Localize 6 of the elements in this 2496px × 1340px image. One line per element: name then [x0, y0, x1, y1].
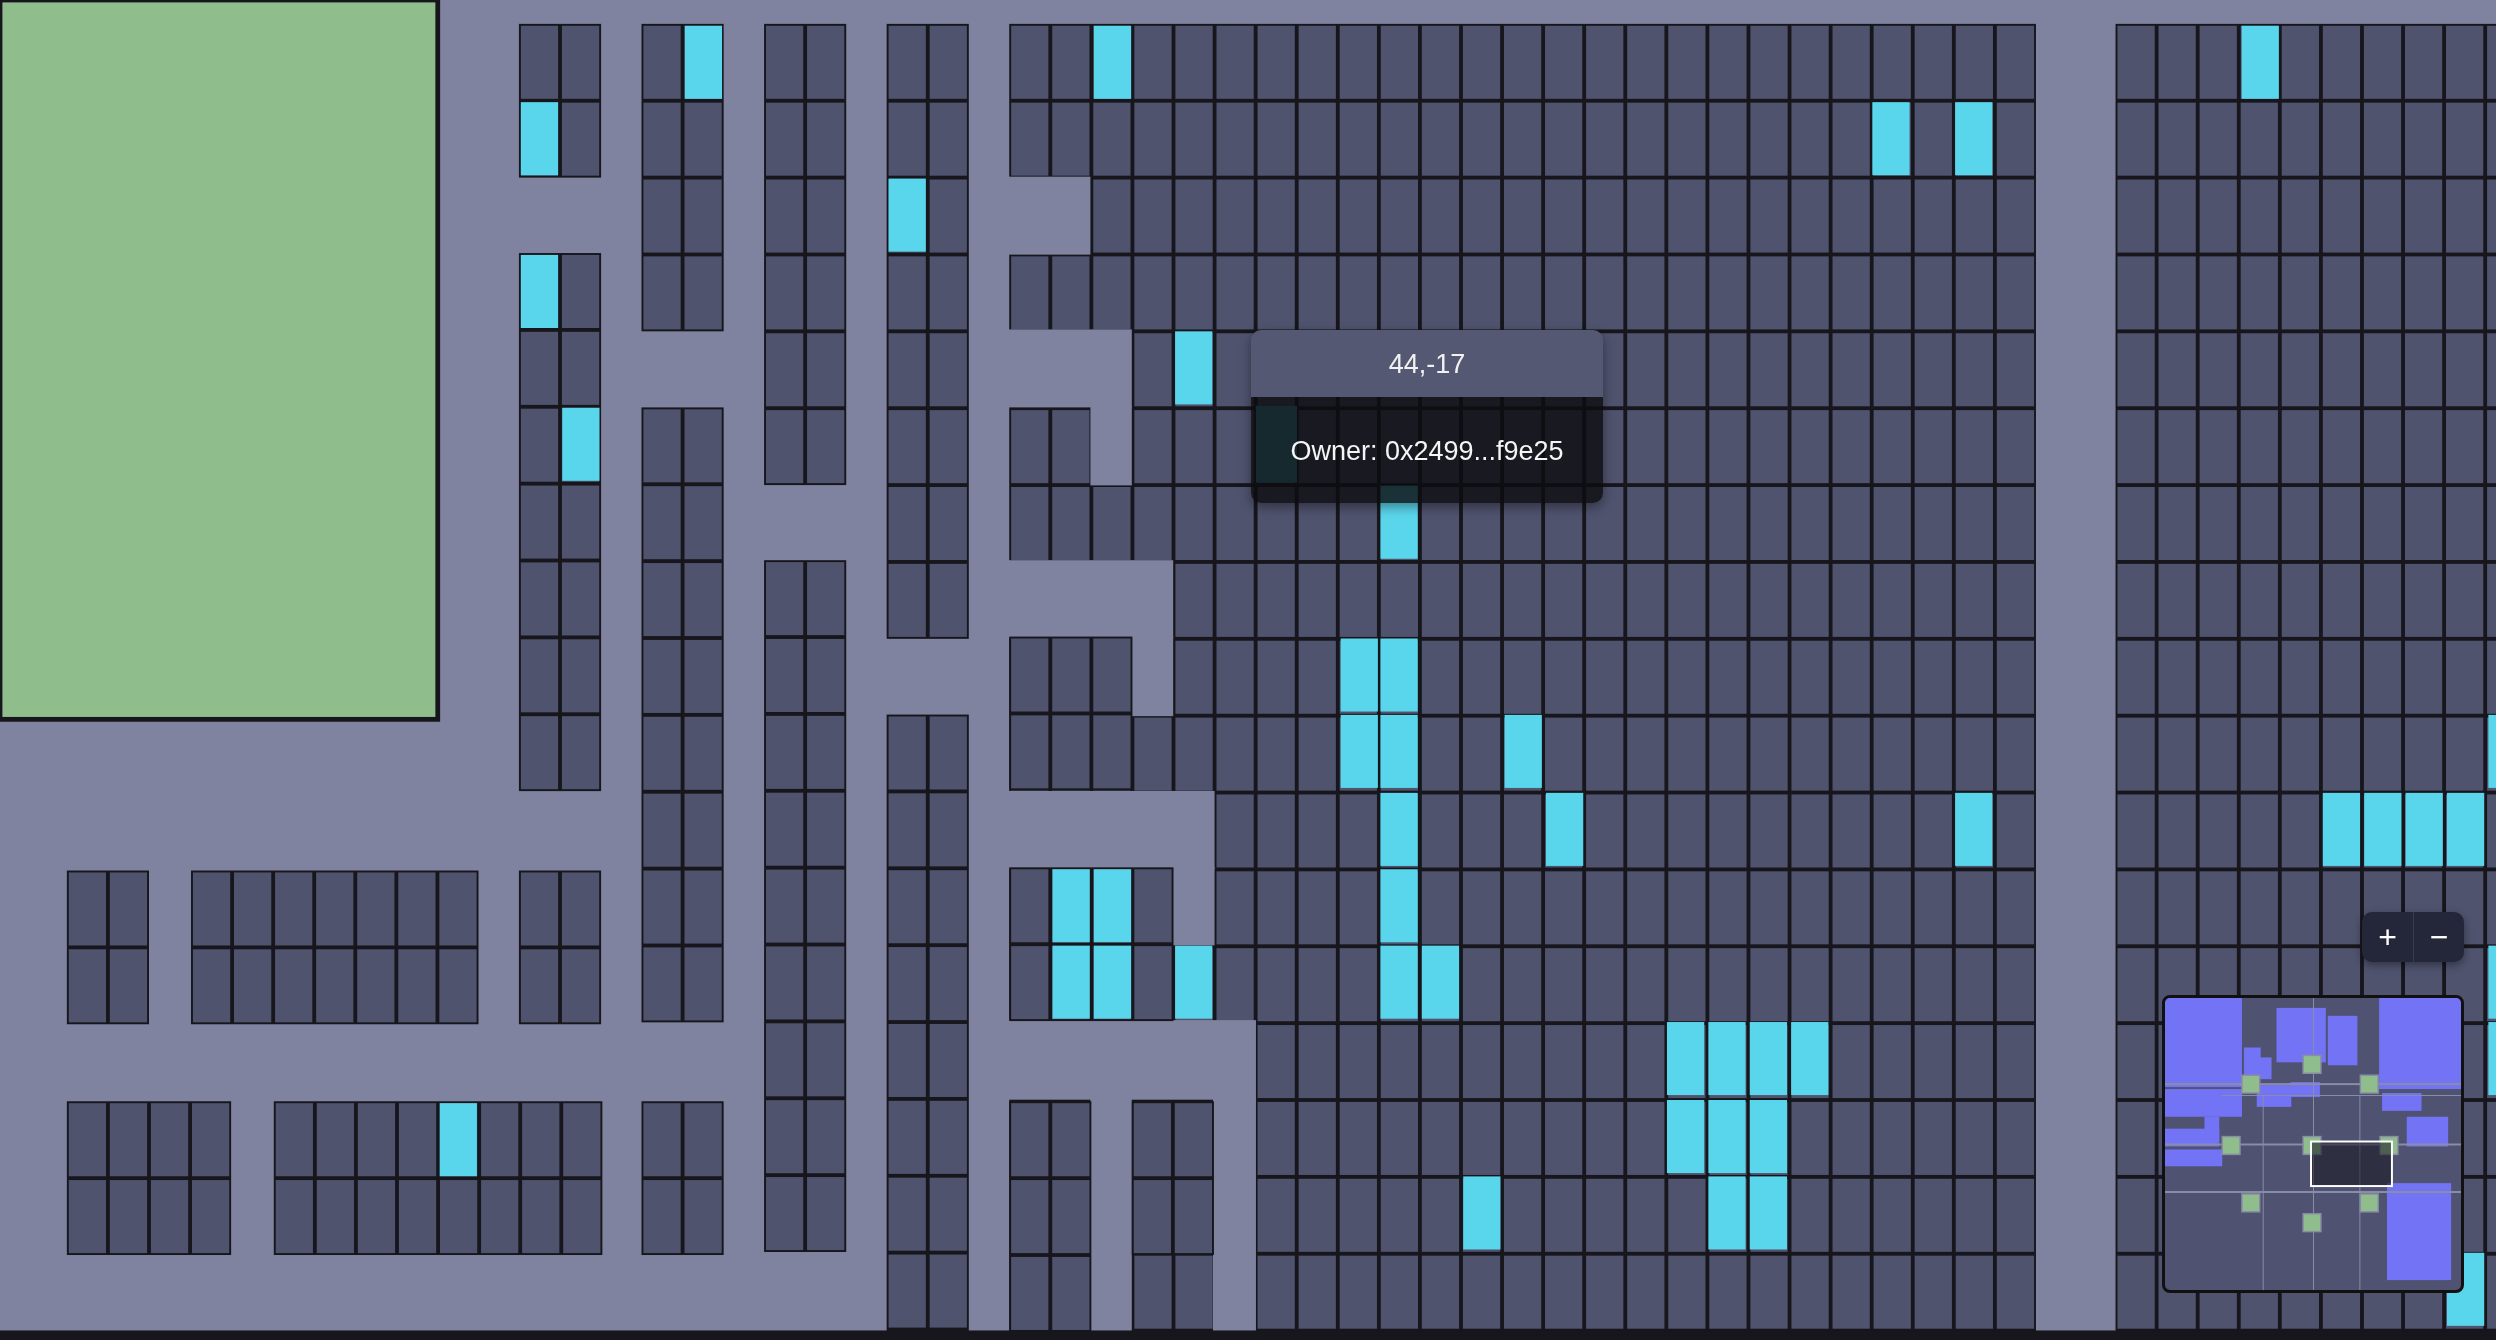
owner-address: Owner: 0x2499...f9e25	[1251, 396, 1603, 503]
zoom-out-button[interactable]: −	[2413, 912, 2464, 962]
minimap-drawing[interactable]	[2162, 995, 2464, 1293]
parcel-map-drawing[interactable]	[0, 0, 2496, 1340]
parcel-coordinates: 44,-17	[1251, 330, 1603, 397]
zoom-in-button[interactable]: +	[2362, 912, 2413, 962]
